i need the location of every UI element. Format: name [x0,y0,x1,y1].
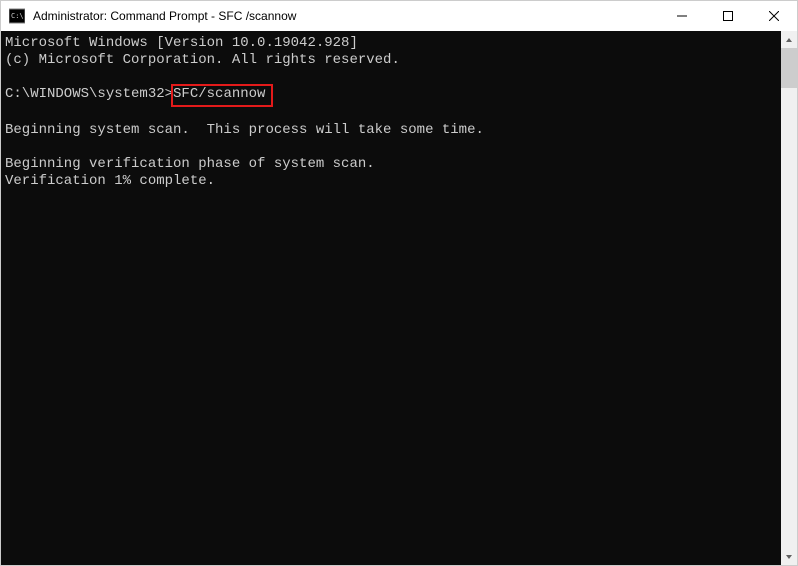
output-line: Verification 1% complete. [5,173,215,189]
output-line: Beginning system scan. This process will… [5,122,484,138]
minimize-button[interactable] [659,1,705,31]
prompt-prefix: C:\WINDOWS\system32> [5,86,173,102]
close-icon [769,11,779,21]
maximize-button[interactable] [705,1,751,31]
command-prompt-window: C:\ Administrator: Command Prompt - SFC … [1,1,797,565]
svg-text:C:\: C:\ [11,12,24,20]
terminal-area: Microsoft Windows [Version 10.0.19042.92… [1,31,797,565]
command-text: SFC/scannow [173,86,265,102]
close-button[interactable] [751,1,797,31]
cmd-icon: C:\ [9,8,25,24]
scroll-down-arrow-icon[interactable] [781,548,797,565]
window-title: Administrator: Command Prompt - SFC /sca… [33,9,296,23]
titlebar[interactable]: C:\ Administrator: Command Prompt - SFC … [1,1,797,31]
scroll-up-arrow-icon[interactable] [781,31,797,48]
vertical-scrollbar[interactable] [781,31,797,565]
output-line: (c) Microsoft Corporation. All rights re… [5,52,400,68]
scroll-thumb[interactable] [781,48,797,88]
highlighted-command: SFC/scannow [173,86,271,105]
terminal-output[interactable]: Microsoft Windows [Version 10.0.19042.92… [1,31,781,565]
window-controls [659,1,797,31]
maximize-icon [723,11,733,21]
output-line: Microsoft Windows [Version 10.0.19042.92… [5,35,358,51]
scroll-track[interactable] [781,48,797,548]
output-line: Beginning verification phase of system s… [5,156,375,172]
minimize-icon [677,11,687,21]
titlebar-left: C:\ Administrator: Command Prompt - SFC … [1,8,296,24]
